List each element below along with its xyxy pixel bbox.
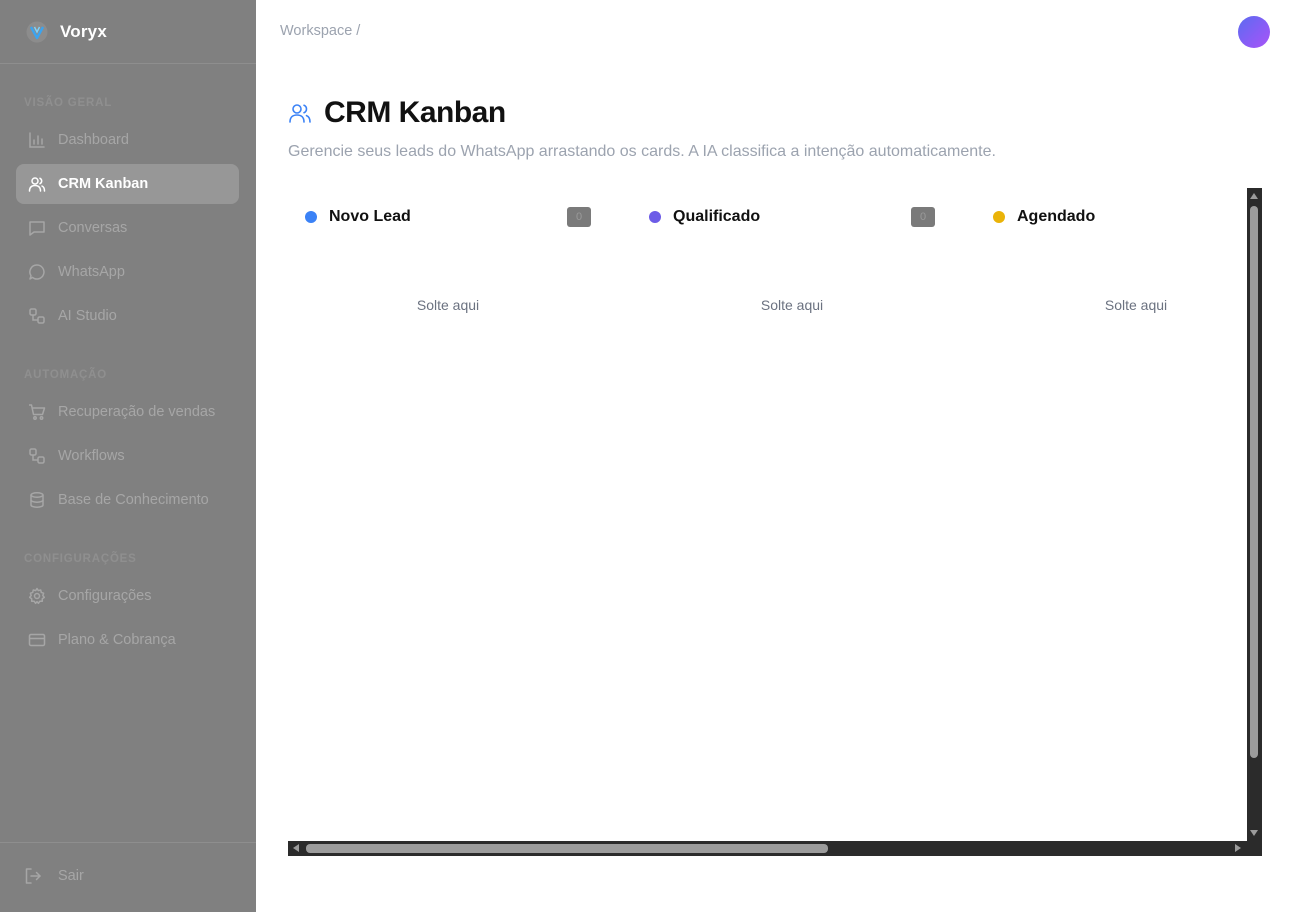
credit-card-icon — [28, 631, 46, 649]
sidebar-item-ai-studio[interactable]: AI Studio — [16, 296, 239, 336]
horizontal-scroll-thumb[interactable] — [306, 844, 828, 853]
brand-name: Voryx — [60, 21, 107, 41]
logout-label: Sair — [58, 868, 84, 884]
sidebar-item-label: WhatsApp — [58, 264, 125, 280]
sidebar-item-label: Base de Conhecimento — [58, 492, 209, 508]
status-dot — [305, 211, 317, 223]
status-dot — [993, 211, 1005, 223]
nodes-icon — [28, 307, 46, 325]
vertical-scroll-thumb[interactable] — [1250, 206, 1258, 758]
gear-icon — [28, 587, 46, 605]
page-header: CRM Kanban — [288, 96, 506, 130]
scroll-left-icon[interactable] — [293, 844, 299, 852]
users-icon — [28, 175, 46, 193]
sidebar-item-plano-cobranca[interactable]: Plano & Cobrança — [16, 620, 239, 660]
logout-icon — [24, 867, 42, 885]
sidebar-item-base-conhecimento[interactable]: Base de Conhecimento — [16, 480, 239, 520]
sidebar-item-label: Workflows — [58, 448, 125, 464]
column-title: Novo Lead — [329, 208, 411, 225]
message-circle-icon — [28, 263, 46, 281]
drop-zone[interactable]: Solte aqui — [288, 297, 608, 313]
section-label-automation: AUTOMAÇÃO — [24, 369, 108, 381]
column-title: Agendado — [1017, 208, 1096, 225]
kanban-columns: Novo Lead 0 Solte aqui Qualificado 0 Sol… — [288, 188, 1247, 841]
kanban-board: Novo Lead 0 Solte aqui Qualificado 0 Sol… — [288, 188, 1262, 856]
kanban-column-qualificado: Qualificado 0 Solte aqui — [632, 188, 952, 841]
users-icon — [288, 101, 312, 125]
column-header: Qualificado — [649, 208, 760, 226]
sidebar-item-conversas[interactable]: Conversas — [16, 208, 239, 248]
scroll-down-icon[interactable] — [1250, 830, 1258, 836]
scroll-right-icon[interactable] — [1235, 844, 1241, 852]
column-count-badge: 0 — [567, 207, 591, 227]
avatar[interactable] — [1238, 16, 1270, 48]
column-header: Agendado — [993, 208, 1095, 226]
sidebar-item-label: Plano & Cobrança — [58, 632, 176, 648]
page-title: CRM Kanban — [324, 96, 506, 129]
vertical-scrollbar[interactable] — [1247, 188, 1262, 841]
sidebar: Voryx VISÃO GERAL Dashboard CRM Kanban C… — [0, 0, 256, 912]
sidebar-item-label: Conversas — [58, 220, 128, 236]
sidebar-item-label: CRM Kanban — [58, 176, 149, 192]
status-dot — [649, 211, 661, 223]
brand[interactable]: Voryx — [0, 0, 256, 64]
cart-icon — [28, 403, 46, 421]
column-title: Qualificado — [673, 208, 761, 225]
column-count-badge: 0 — [911, 207, 935, 227]
drop-zone[interactable]: Solte aqui — [976, 297, 1247, 313]
scroll-up-icon[interactable] — [1250, 193, 1258, 199]
page-subtitle: Gerencie seus leads do WhatsApp arrastan… — [288, 143, 996, 160]
sidebar-item-dashboard[interactable]: Dashboard — [16, 120, 239, 160]
section-label-overview: VISÃO GERAL — [24, 97, 113, 109]
sidebar-footer: Sair — [0, 842, 256, 912]
breadcrumb[interactable]: Workspace / — [280, 23, 360, 39]
column-header: Novo Lead — [305, 208, 411, 226]
sidebar-item-crm-kanban[interactable]: CRM Kanban — [16, 164, 239, 204]
bar-chart-icon — [28, 131, 46, 149]
sidebar-item-recuperacao-vendas[interactable]: Recuperação de vendas — [16, 392, 239, 432]
sidebar-item-label: AI Studio — [58, 308, 117, 324]
logout-button[interactable]: Sair — [24, 867, 84, 885]
workflow-icon — [28, 447, 46, 465]
message-square-icon — [28, 219, 46, 237]
sidebar-item-configuracoes[interactable]: Configurações — [16, 576, 239, 616]
sidebar-item-workflows[interactable]: Workflows — [16, 436, 239, 476]
sidebar-item-label: Recuperação de vendas — [58, 404, 216, 420]
database-icon — [28, 491, 46, 509]
sidebar-item-label: Dashboard — [58, 132, 129, 148]
section-label-settings: CONFIGURAÇÕES — [24, 553, 137, 565]
sidebar-item-whatsapp[interactable]: WhatsApp — [16, 252, 239, 292]
horizontal-scrollbar[interactable] — [288, 841, 1262, 856]
voryx-logo-icon — [26, 21, 48, 43]
kanban-column-agendado: Agendado Solte aqui — [976, 188, 1247, 841]
sidebar-item-label: Configurações — [58, 588, 152, 604]
kanban-column-novo-lead: Novo Lead 0 Solte aqui — [288, 188, 608, 841]
drop-zone[interactable]: Solte aqui — [632, 297, 952, 313]
